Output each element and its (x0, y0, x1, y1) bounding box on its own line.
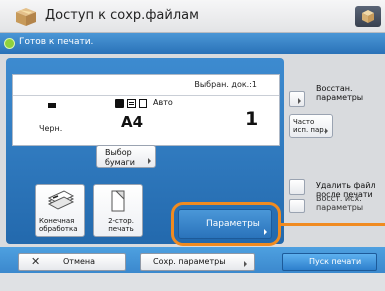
frequent-params-button[interactable]: Часто исп. пар. (289, 114, 333, 138)
paper-size: A4 (121, 113, 144, 131)
arrow-icon (325, 128, 328, 134)
save-params-button[interactable]: Сохр. параметры (140, 253, 255, 271)
frequent-params-label: Часто исп. пар. (293, 118, 326, 134)
paper-select-button[interactable]: Выбор бумаги (96, 145, 156, 168)
start-print-label: Пуск печати (309, 257, 362, 266)
ready-icon (4, 38, 15, 49)
callout-line (281, 223, 385, 226)
highlight-frame (171, 202, 281, 246)
save-params-label: Сохр. параметры (153, 257, 226, 266)
footer-area (0, 273, 385, 291)
close-icon: ✕ (31, 255, 41, 268)
start-print-button[interactable]: Пуск печати (282, 253, 377, 271)
print-summary-card: Выбран. док.:1 Черн. Авто A4 1 (12, 74, 280, 146)
duplex-label: 2-стор. печать (108, 217, 134, 233)
tray-icon (127, 99, 136, 108)
paper-icon (115, 99, 124, 108)
color-mode-label: Черн. (39, 124, 63, 133)
copies-count: 1 (245, 108, 259, 130)
duplex-button[interactable]: 2-стор. печать (93, 184, 143, 237)
cancel-button[interactable]: ✕ Отмена (18, 253, 126, 271)
status-bar: Готов к печати. (0, 33, 385, 54)
color-mode-icon (48, 103, 56, 108)
paper-select-label: Выбор бумаги (105, 148, 136, 167)
tray-label: Авто (153, 98, 173, 107)
delete-after-print-checkbox[interactable] (289, 179, 305, 195)
box-icon (362, 10, 374, 23)
arrow-icon (244, 261, 247, 267)
duplex-page-icon (111, 190, 125, 212)
finishing-button[interactable]: Конечная обработка (35, 184, 85, 237)
selected-documents: Выбран. док.:1 (194, 80, 257, 89)
box-icon (16, 8, 36, 26)
stapled-stack-icon (47, 190, 75, 210)
restore-params-label: Восстан. параметры (316, 84, 364, 102)
card-divider (13, 95, 279, 96)
cancel-label: Отмена (63, 257, 96, 266)
title-bar: Доступ к сохр.файлам (0, 0, 385, 33)
restore-params-button[interactable] (289, 91, 305, 107)
recall-params-button[interactable] (289, 199, 305, 213)
arrow-icon (298, 98, 301, 104)
title-menu-button[interactable] (355, 6, 381, 27)
status-text: Готов к печати. (19, 37, 94, 47)
page-title: Доступ к сохр.файлам (45, 8, 199, 23)
recall-params-label: Восст. исх. параметры (316, 194, 364, 212)
sheet-icon (139, 99, 147, 108)
finishing-label: Конечная обработка (39, 217, 78, 233)
arrow-icon (148, 158, 151, 164)
